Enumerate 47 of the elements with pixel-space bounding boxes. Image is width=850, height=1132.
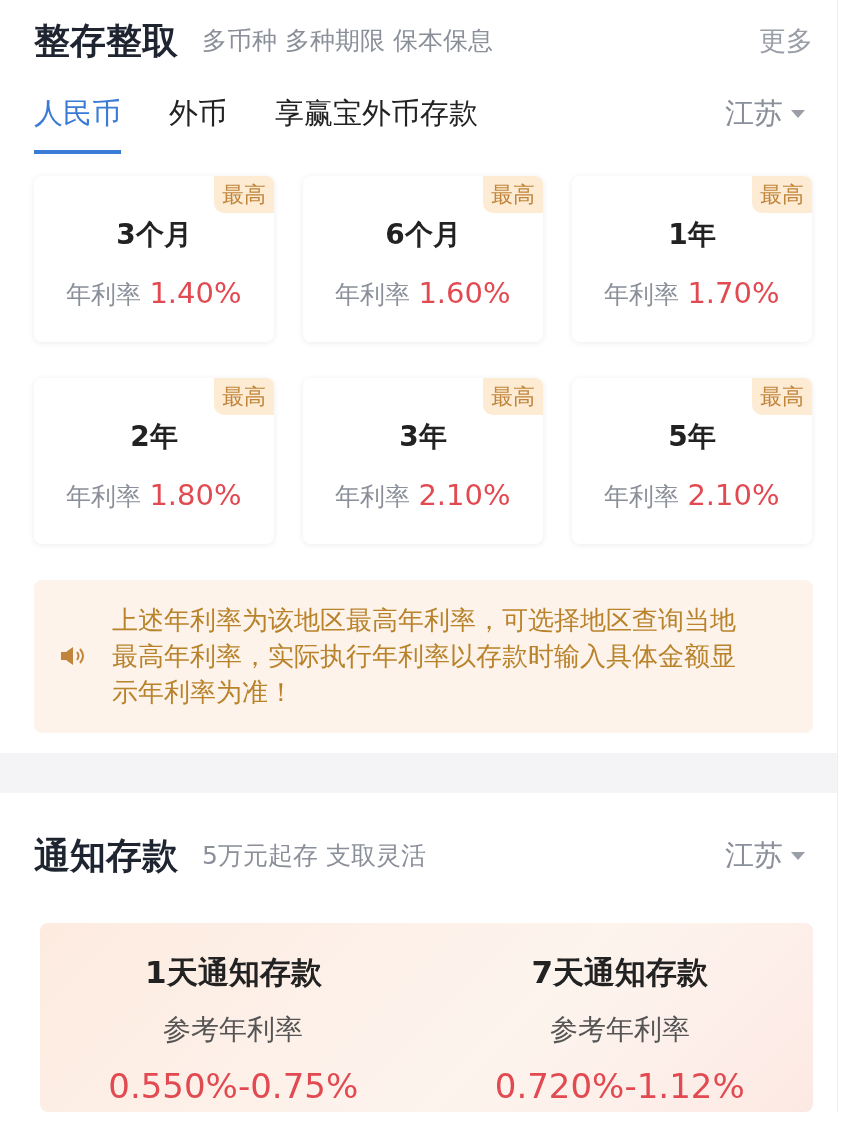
term-label: 5年 [668,419,716,453]
rate-value: 2.10% [687,476,780,514]
term-label: 3年 [399,419,447,453]
section-subtitle: 5万元起存 支取灵活 [202,839,426,872]
rate-card[interactable]: 最高 3年 年利率 2.10% [303,377,543,544]
rate-value: 0.550%-0.75% [108,1066,359,1107]
highest-badge: 最高 [214,175,274,213]
rate-card[interactable]: 最高 5年 年利率 2.10% [572,377,812,544]
highest-badge: 最高 [483,377,543,415]
rate-card[interactable]: 最高 6个月 年利率 1.60% [303,175,543,342]
rate-value: 1.70% [687,274,780,312]
product-name: 7天通知存款 [531,953,709,990]
rate-label: 参考年利率 [549,1013,690,1047]
rate-card[interactable]: 最高 3个月 年利率 1.40% [34,175,274,342]
section-title: 整存整取 [34,19,178,63]
highest-badge: 最高 [214,377,274,415]
section-subtitle: 多币种 多种期限 保本保息 [202,25,493,58]
rate-value: 0.720%-1.12% [494,1066,745,1107]
term-label: 2年 [130,419,178,453]
rate-label: 年利率 [604,278,680,311]
tab[interactable]: 人民币 [34,92,121,154]
rate-value: 1.40% [149,274,242,312]
product-name: 1天通知存款 [144,953,322,990]
highest-badge: 最高 [752,175,812,213]
notice-text: 上述年利率为该地区最高年利率，可选择地区查询当地最高年利率，实际执行年利率以存款时输入具体金额显示年利率为准！ [112,603,737,710]
rate-label: 年利率 [335,278,411,311]
highest-badge: 最高 [752,377,812,415]
highest-badge: 最高 [483,175,543,213]
tab[interactable]: 外币 [169,92,227,154]
speaker-icon [60,646,86,667]
rate-label: 年利率 [335,480,411,513]
rate-label: 年利率 [66,278,142,311]
rate-value: 1.80% [149,476,242,514]
rate-label: 年利率 [604,480,680,513]
term-label: 3个月 [116,217,192,251]
rate-card[interactable]: 最高 1年 年利率 1.70% [572,175,812,342]
term-label: 6个月 [385,217,461,251]
caret-icon [791,108,805,119]
rate-value: 2.10% [418,476,511,514]
tab[interactable]: 享赢宝外币存款 [275,92,478,154]
rate-value: 1.60% [418,274,511,312]
rate-label: 年利率 [66,480,142,513]
term-label: 1年 [668,217,716,251]
section-title: 通知存款 [34,833,178,878]
caret-icon [791,850,805,861]
rate-card[interactable]: 最高 2年 年利率 1.80% [34,377,274,544]
rate-label: 参考年利率 [163,1013,304,1047]
